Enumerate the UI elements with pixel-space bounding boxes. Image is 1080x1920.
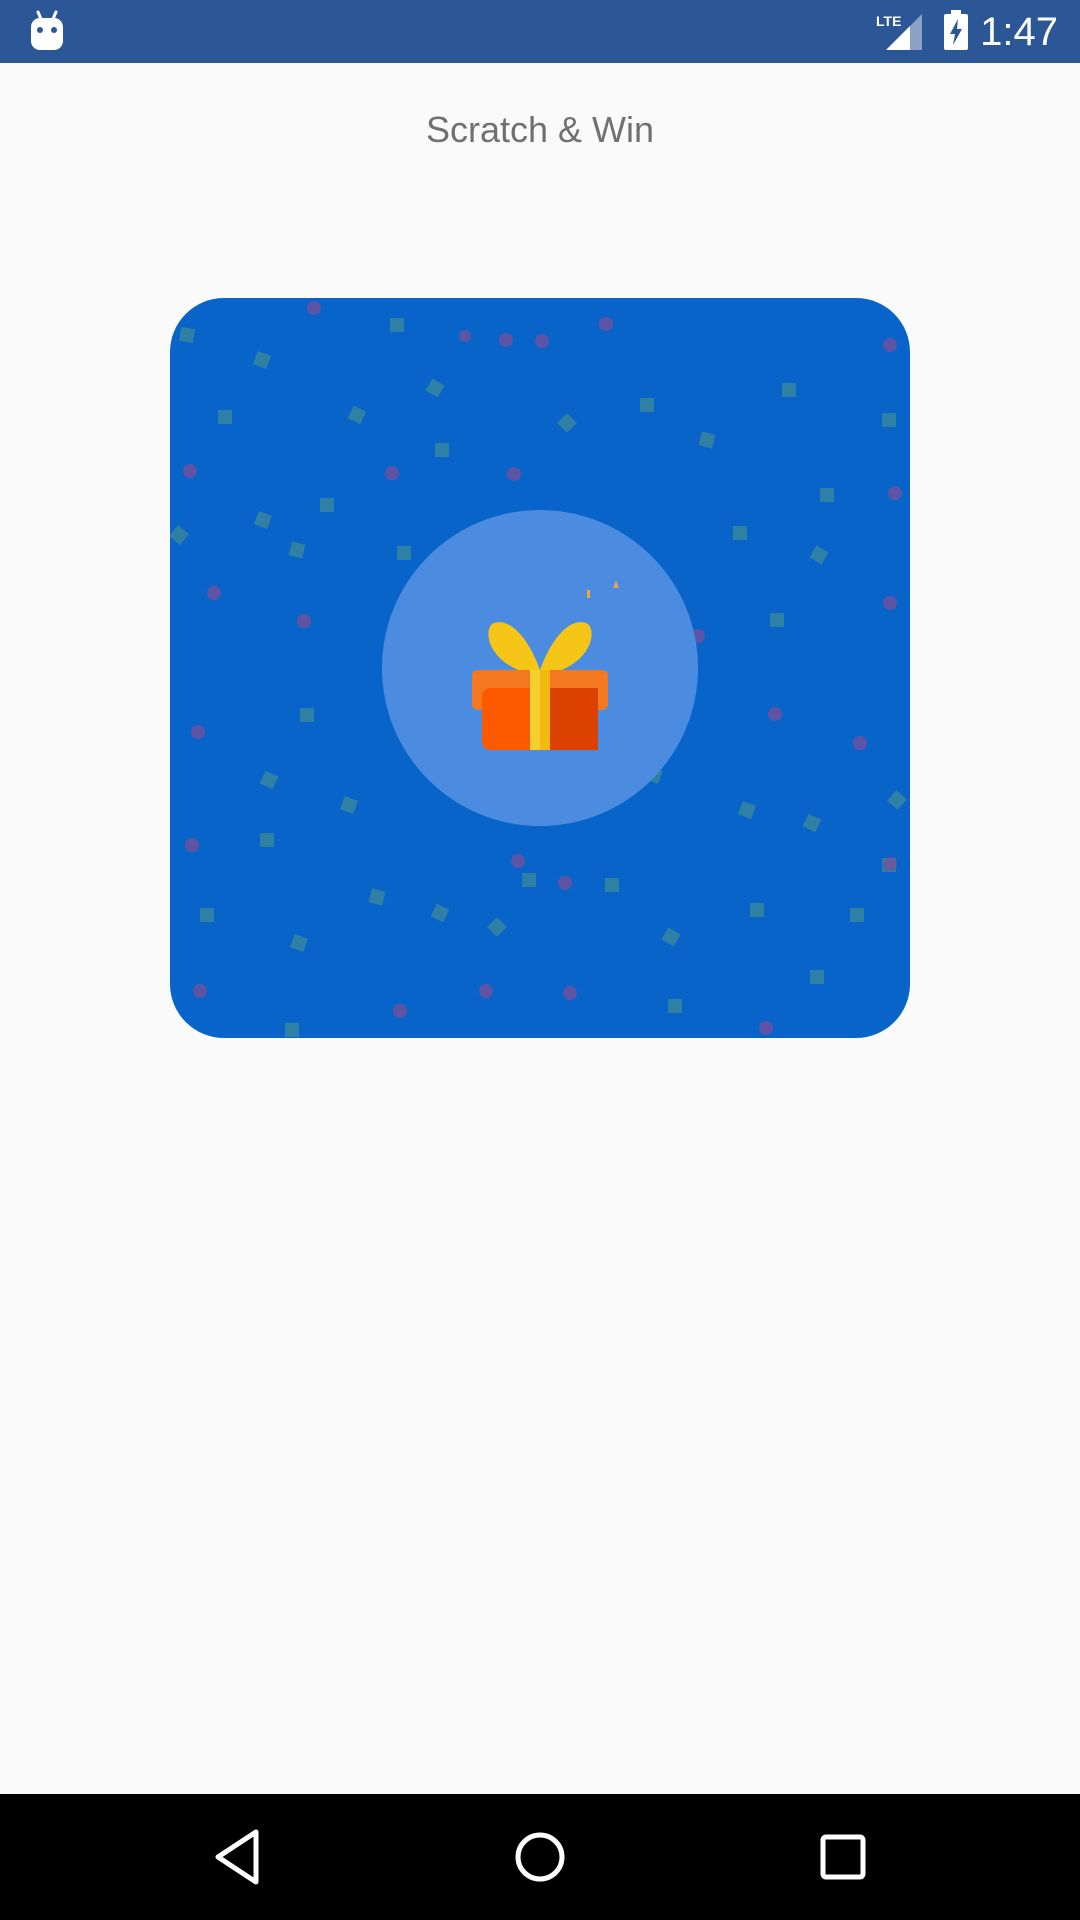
home-icon[interactable] [507, 1824, 573, 1890]
page-title: Scratch & Win [425, 109, 655, 150]
android-icon [31, 10, 63, 50]
svg-text:LTE: LTE [876, 13, 901, 29]
gift-icon [472, 580, 619, 750]
back-icon[interactable] [204, 1824, 270, 1890]
status-clock: 1:47 [980, 10, 1058, 54]
gift-badge [382, 510, 698, 826]
scratch-card[interactable] [170, 298, 910, 1038]
status-bar: LTE 1:47 [0, 0, 1080, 63]
battery-charging-icon [944, 10, 968, 50]
navigation-bar [0, 1794, 1080, 1920]
lte-signal-icon: LTE [876, 13, 922, 50]
recent-apps-icon[interactable] [810, 1824, 876, 1890]
